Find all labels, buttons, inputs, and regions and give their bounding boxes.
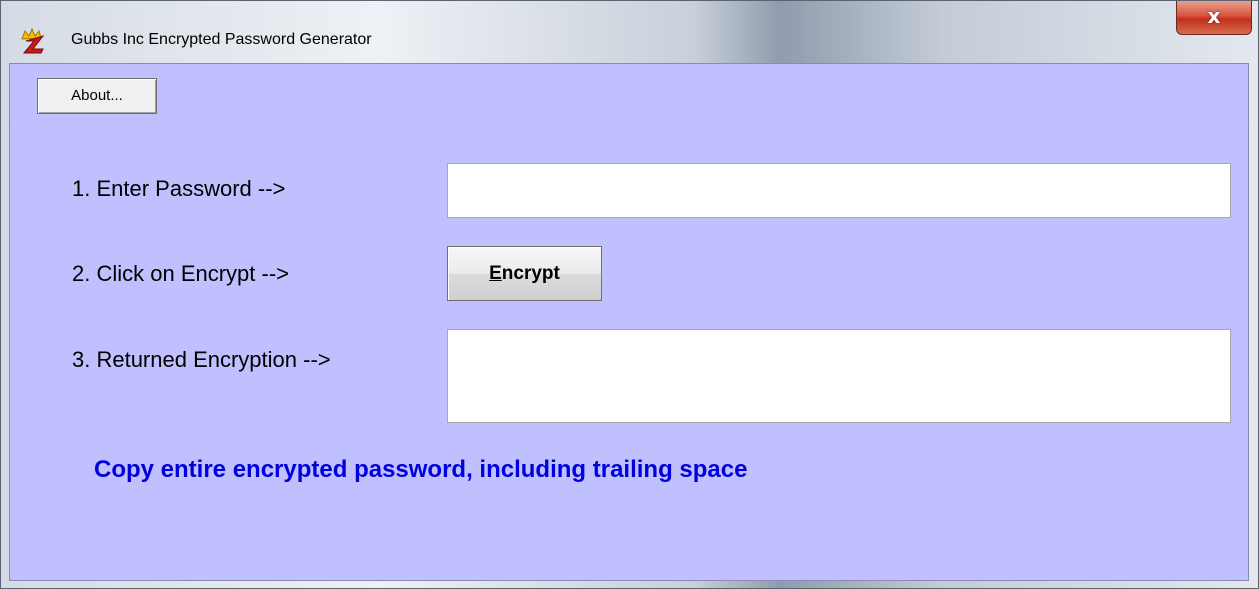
enter-password-label: 1. Enter Password -->	[72, 176, 286, 201]
encrypt-label: ncrypt	[501, 263, 560, 284]
title-bar[interactable]: Gubbs Inc Encrypted Password Generator x	[1, 1, 1258, 63]
encrypt-mnemonic: E	[489, 263, 502, 284]
encrypt-button[interactable]: Encrypt	[447, 246, 602, 301]
copy-hint-text: Copy entire encrypted password, includin…	[94, 456, 748, 483]
close-icon: x	[1207, 4, 1221, 28]
returned-encryption-label: 3. Returned Encryption -->	[72, 347, 331, 372]
password-input[interactable]	[447, 163, 1231, 218]
click-encrypt-label: 2. Click on Encrypt -->	[72, 261, 290, 286]
app-logo-icon	[19, 27, 47, 55]
encryption-result-field[interactable]	[447, 329, 1231, 423]
close-button[interactable]: x	[1176, 1, 1252, 35]
app-window: Gubbs Inc Encrypted Password Generator x…	[0, 0, 1259, 589]
about-button[interactable]: About...	[37, 78, 157, 114]
window-title: Gubbs Inc Encrypted Password Generator	[71, 31, 372, 48]
client-area: About... 1. Enter Password --> 2. Click …	[9, 63, 1249, 581]
